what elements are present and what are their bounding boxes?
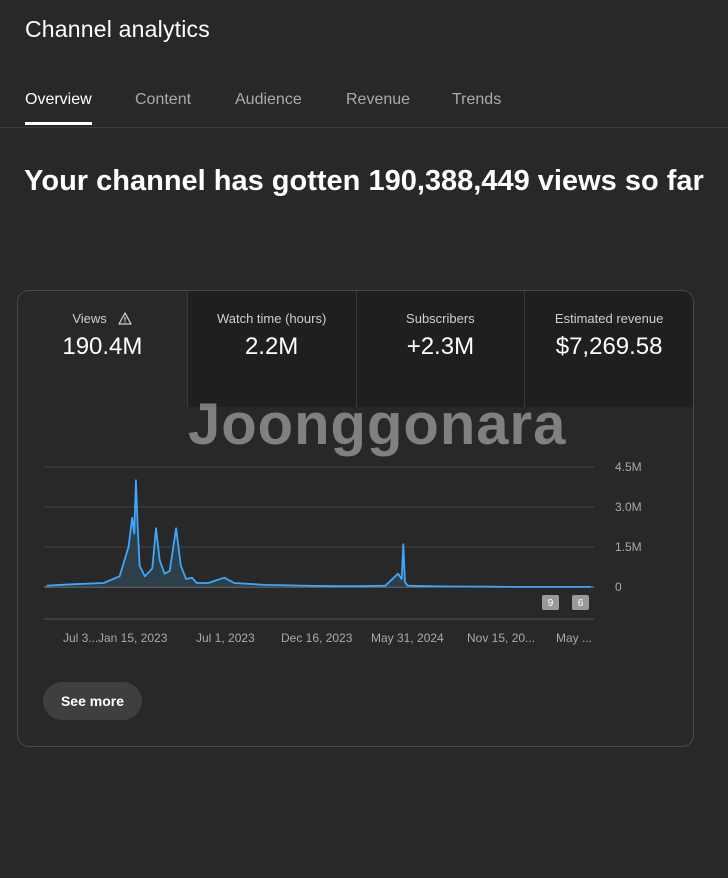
tab-bar: Overview Content Audience Revenue Trends [0,80,728,128]
metric-watch-time[interactable]: Watch time (hours) 2.2M [186,291,356,407]
metric-views-value: 190.4M [62,333,143,360]
x-tick-label: Nov 15, 20... [467,631,535,645]
x-tick-label: May ... [556,631,592,645]
warning-icon[interactable] [118,312,133,328]
tab-content[interactable]: Content [135,91,191,125]
annotation-marker-label: 9 [548,598,554,609]
x-tick-label: Jul 3... [63,631,98,645]
see-more-button[interactable]: See more [43,682,142,720]
metric-watch-time-value: 2.2M [244,333,299,360]
tab-audience[interactable]: Audience [235,91,302,125]
x-tick-label: Jul 1, 2023 [196,631,255,645]
tab-trends[interactable]: Trends [452,91,501,125]
metric-watch-time-label: Watch time (hours) [216,311,327,326]
views-headline: Your channel has gotten 190,388,449 view… [24,165,704,197]
metric-subscribers-value: +2.3M [406,333,475,360]
tab-overview[interactable]: Overview [25,91,92,125]
x-tick-label: May 31, 2024 [371,631,444,645]
metric-revenue[interactable]: Estimated revenue $7,269.58 [524,291,693,407]
x-tick-label: Jan 15, 2023 [98,631,168,645]
metric-subscribers-label: Subscribers [406,311,475,326]
metric-row: Views 190.4M Watch time (hours) 2.2M Sub… [18,291,693,407]
x-tick-label: Dec 16, 2023 [281,631,353,645]
y-tick-label: 1.5M [615,540,642,554]
y-tick-label: 4.5M [615,460,642,474]
metric-revenue-label: Estimated revenue [554,311,664,326]
series-area [46,480,591,587]
page-title: Channel analytics [25,16,210,42]
metric-subscribers[interactable]: Subscribers +2.3M [355,291,525,407]
y-tick-label: 0 [615,580,622,594]
tab-revenue[interactable]: Revenue [346,91,410,125]
analytics-card: Views 190.4M Watch time (hours) 2.2M Sub… [17,290,694,747]
metric-views[interactable]: Views 190.4M [18,291,187,407]
metric-revenue-value: $7,269.58 [555,333,663,360]
metric-views-label: Views [72,311,107,326]
watermark: Joonggonara [188,392,567,457]
y-tick-label: 3.0M [615,500,642,514]
annotation-marker-label: 6 [578,598,584,609]
